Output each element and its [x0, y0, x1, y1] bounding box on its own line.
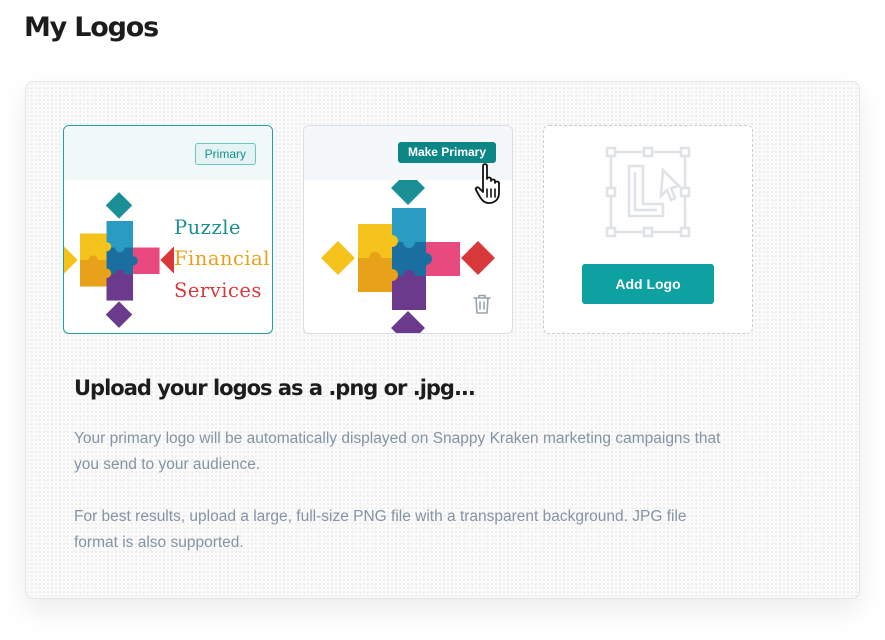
trash-icon[interactable]: [472, 293, 492, 315]
add-logo-card[interactable]: Add Logo: [543, 125, 753, 334]
logo-text-line-3: Services: [174, 279, 262, 302]
logo-text-line-2: Financial: [174, 247, 271, 270]
info-paragraph-primary: Your primary logo will be automatically …: [74, 430, 721, 473]
hand-pointer-icon: [474, 163, 500, 204]
primary-badge: Primary: [194, 143, 256, 165]
logo-card-primary[interactable]: Primary Puzzle Financial Services: [63, 125, 273, 334]
info-paragraph-format: For best results, upload a large, full-s…: [74, 508, 687, 551]
upload-heading: Upload your logos as a .png or .jpg...: [74, 376, 476, 400]
make-primary-button[interactable]: Make Primary: [397, 142, 496, 163]
logo-placeholder-icon: [605, 146, 691, 238]
page-title: My Logos: [24, 12, 159, 43]
logo-text-line-1: Puzzle: [174, 216, 242, 239]
puzzle-logo-image: [64, 192, 174, 328]
add-logo-button[interactable]: Add Logo: [582, 264, 714, 304]
logos-panel: Primary Puzzle Financial Services Make P…: [25, 81, 860, 599]
logo-card-secondary[interactable]: Make Primary: [303, 125, 513, 334]
